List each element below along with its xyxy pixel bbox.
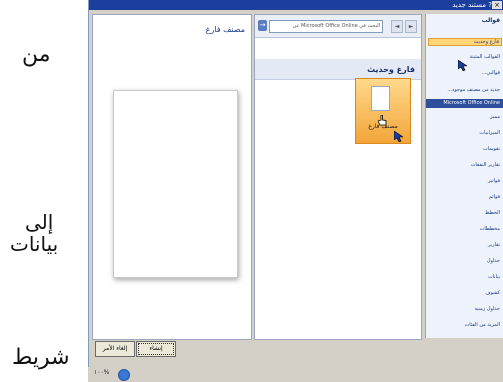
dialog-titlebar: مستند جديد ? × — [89, 0, 503, 10]
nav-item-invoices[interactable]: فواتير — [488, 178, 500, 184]
blank-workbook-tile[interactable]: مصنف فارغ — [355, 78, 411, 144]
hand-cursor-icon — [378, 115, 387, 126]
search-input[interactable]: البحث في Microsoft Office Online عن — [269, 20, 383, 33]
nav-item-calendars[interactable]: تقويمات — [483, 146, 500, 152]
pointer-cursor-icon — [458, 60, 467, 71]
forward-arrow-icon[interactable]: ► — [405, 20, 417, 33]
overlay-word-data: بيانات — [10, 232, 59, 256]
pointer-cursor-icon — [394, 131, 403, 142]
nav-item-statements[interactable]: كشوف — [485, 290, 500, 296]
templates-pane: → البحث في Microsoft Office Online عن ◄ … — [254, 14, 422, 340]
preview-title: مصنف فارغ — [205, 25, 245, 34]
document-icon — [371, 86, 390, 111]
overlay-word-to: إلى — [25, 210, 54, 234]
section-header: فارغ وحديث — [255, 59, 421, 80]
search-toolbar: → البحث في Microsoft Office Online عن ◄ … — [255, 15, 421, 38]
zoom-icon[interactable] — [118, 369, 130, 381]
screenshot-stage: من إلى بيانات شريط مستند جديد ? × مصنف ف… — [0, 0, 503, 382]
templates-nav: قوالب فارغ وحديث القوالب المثبتة قوالبي.… — [425, 14, 503, 338]
search-go-icon[interactable]: → — [258, 20, 267, 31]
dialog-title: مستند جديد — [452, 1, 486, 9]
zoom-level: ١٠٠% — [94, 369, 110, 376]
nav-item-expense-reports[interactable]: تقارير النفقات — [471, 162, 500, 168]
close-icon[interactable]: × — [492, 1, 502, 9]
new-workbook-dialog: مستند جديد ? × مصنف فارغ → البحث في Micr… — [88, 0, 503, 367]
nav-item-from-existing[interactable]: جديد من مصنف موجود... — [447, 87, 500, 93]
blank-page-preview — [113, 90, 238, 278]
nav-item-installed[interactable]: القوالب المثبتة — [470, 54, 500, 60]
back-arrow-icon[interactable]: ◄ — [391, 20, 403, 33]
nav-item-more-categories[interactable]: المزيد من الفئات — [465, 322, 500, 328]
cancel-button[interactable]: إلغاء الأمر — [95, 341, 135, 357]
nav-item-budgets[interactable]: الميزانيات — [479, 130, 500, 136]
nav-item-reports[interactable]: تقارير — [488, 242, 500, 248]
nav-item-my-templates[interactable]: قوالبي... — [482, 70, 500, 76]
nav-item-schedules[interactable]: جداول — [487, 258, 500, 264]
nav-item-timesheets[interactable]: جداول زمنية — [474, 306, 500, 312]
create-button[interactable]: إنشاء — [136, 341, 176, 357]
office-online-banner: Microsoft Office Online — [426, 99, 503, 108]
section-title: فارغ وحديث — [367, 65, 415, 74]
nav-item-data[interactable]: بيانات — [488, 274, 500, 280]
status-bar: ١٠٠% — [88, 367, 503, 382]
preview-pane: مصنف فارغ — [92, 14, 252, 340]
nav-item-featured[interactable]: مميز — [490, 114, 500, 120]
overlay-word-bar: شريط — [12, 345, 70, 370]
overlay-word-from: من — [22, 42, 51, 67]
nav-item-planners[interactable]: مخططات — [480, 226, 500, 232]
nav-item-lists[interactable]: قوائم — [489, 194, 500, 200]
nav-item-blank-recent[interactable]: فارغ وحديث — [428, 38, 502, 46]
nav-item-plans[interactable]: الخطط — [485, 210, 500, 216]
nav-header: قوالب — [481, 17, 500, 24]
